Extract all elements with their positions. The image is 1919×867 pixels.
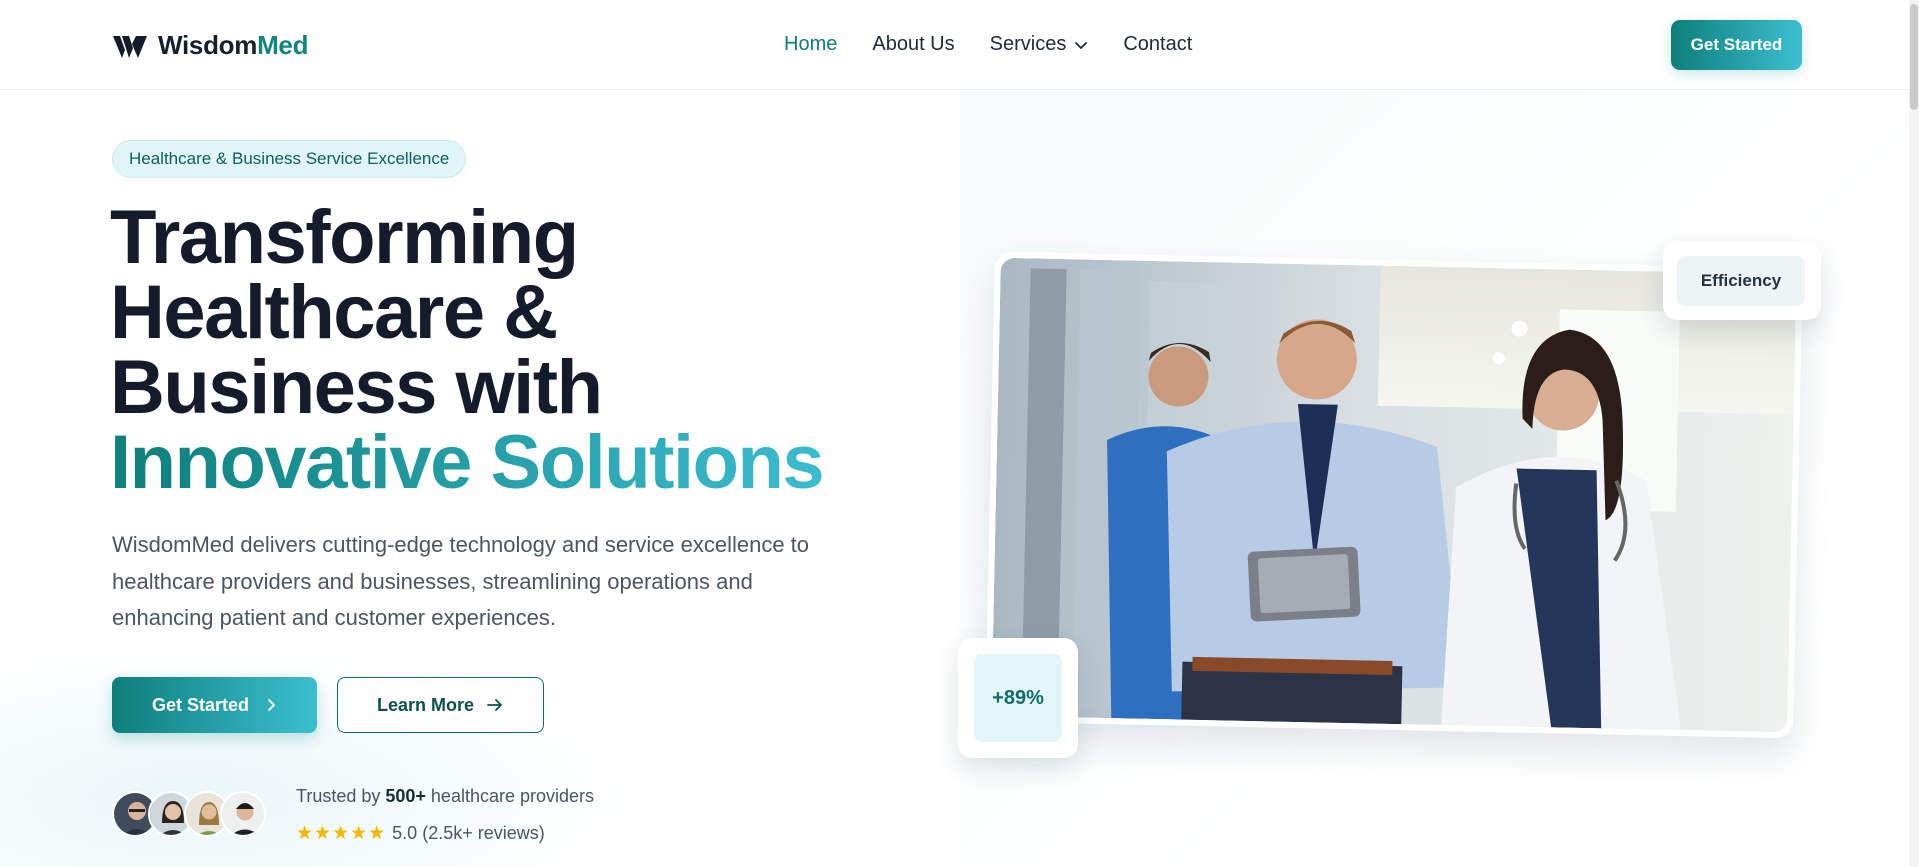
trust-prefix: Trusted by [296,786,386,806]
headline-line-1: Transforming [110,195,579,280]
rating-text: 5.0 (2.5k+ reviews) [392,823,545,843]
chevron-down-icon [1075,41,1088,49]
trust-text: Trusted by 500+ healthcare providers [296,786,594,807]
star-rating-icon: ★★★★★ [296,823,387,844]
page-scrollbar[interactable] [1909,0,1919,867]
logo-text-accent: Med [257,30,309,60]
hero-headline: Transforming Healthcare & Business with … [110,195,825,505]
headline-line-4-accent: Innovative Solutions [110,420,825,505]
hero-learn-more-button[interactable]: Learn More [337,677,544,733]
arrow-right-icon [487,699,502,711]
headline-line-2: Healthcare & [110,270,558,355]
nav-link-about-us[interactable]: About Us [872,33,954,56]
logo-mark-icon [113,35,147,58]
hero-description: WisdomMed delivers cutting-edge technolo… [112,532,810,630]
trust-count: 500+ [385,786,426,806]
hero-image [991,257,1797,733]
site-header: WisdomMed Home About Us Services Contact… [0,0,1919,90]
nav-link-contact[interactable]: Contact [1123,33,1192,56]
avatar-group [112,791,266,837]
headline-line-3: Business with [110,345,603,430]
button-label: Learn More [376,694,475,715]
nav-label: About Us [872,33,955,55]
nav-label: Home [784,33,838,55]
logo-text: WisdomMed [158,30,308,61]
hospital-corridor-illustration [991,257,1797,733]
nav-label: Services [989,33,1067,55]
hero-badge: Healthcare & Business Service Excellence [112,140,467,178]
avatar [220,791,266,837]
efficiency-label: Efficiency [1677,256,1805,306]
chevron-right-icon [268,699,275,711]
button-label: Get Started [151,694,250,715]
trust-suffix: healthcare providers [425,786,595,806]
nav-label: Contact [1123,33,1193,55]
main-nav: Home About Us Services Contact [784,33,1227,56]
stat-card: +89% [958,638,1078,758]
nav-link-home[interactable]: Home [784,33,837,56]
stat-value: +89% [974,654,1062,742]
nav-link-services[interactable]: Services [990,33,1089,56]
scrollbar-thumb[interactable] [1910,4,1918,110]
logo[interactable]: WisdomMed [112,30,308,61]
hero-image-frame [985,251,1803,739]
efficiency-card: Efficiency [1663,242,1821,320]
logo-text-primary: Wisdom [158,30,258,60]
rating: ★★★★★ 5.0 (2.5k+ reviews) [296,822,545,845]
header-get-started-button[interactable]: Get Started [1671,20,1802,70]
hero-get-started-button[interactable]: Get Started [112,677,317,733]
